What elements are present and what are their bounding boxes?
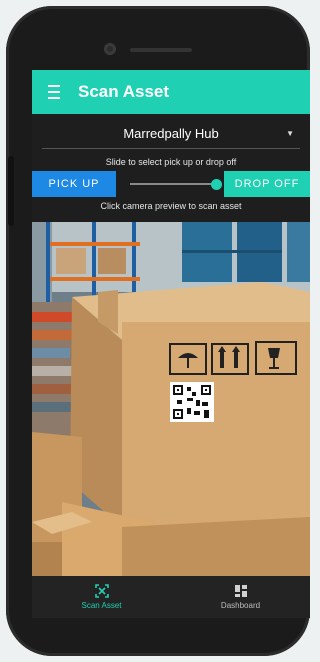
camera-hint-text: Click camera preview to scan asset: [100, 201, 242, 211]
nav-label-scan-asset: Scan Asset: [81, 601, 122, 610]
nav-item-dashboard[interactable]: Dashboard: [171, 576, 310, 618]
menu-icon[interactable]: [32, 83, 76, 101]
phone-frame: Scan Asset Marredpally Hub ▼ Slide to se…: [6, 6, 310, 656]
hub-dropdown-value: Marredpally Hub: [123, 125, 219, 141]
hub-dropdown[interactable]: Marredpally Hub ▼: [42, 118, 300, 149]
app-bar: Scan Asset: [32, 70, 310, 114]
camera-preview[interactable]: [32, 222, 310, 576]
earpiece-speaker: [130, 48, 192, 52]
dashboard-icon: [234, 585, 247, 597]
slider-thumb[interactable]: [211, 179, 222, 190]
nav-item-scan-asset[interactable]: Scan Asset: [32, 576, 171, 618]
pick-up-button[interactable]: PICK UP: [32, 171, 116, 197]
dropdown-caret-icon: ▼: [286, 128, 294, 138]
scan-icon: [94, 584, 109, 598]
bottom-navigation: Scan Asset Dashboard: [32, 576, 310, 618]
drop-off-button[interactable]: DROP OFF: [224, 171, 310, 197]
front-camera: [104, 43, 116, 55]
nav-label-dashboard: Dashboard: [220, 601, 261, 610]
side-button: [8, 156, 14, 226]
slide-hint-text: Slide to select pick up or drop off: [105, 157, 237, 167]
slider-track: [130, 183, 216, 185]
mode-toggle: PICK UP DROP OFF: [32, 171, 310, 197]
mode-slider[interactable]: [116, 171, 224, 197]
page-title: Scan Asset: [78, 82, 170, 101]
app-screen: Scan Asset Marredpally Hub ▼ Slide to se…: [32, 70, 310, 618]
